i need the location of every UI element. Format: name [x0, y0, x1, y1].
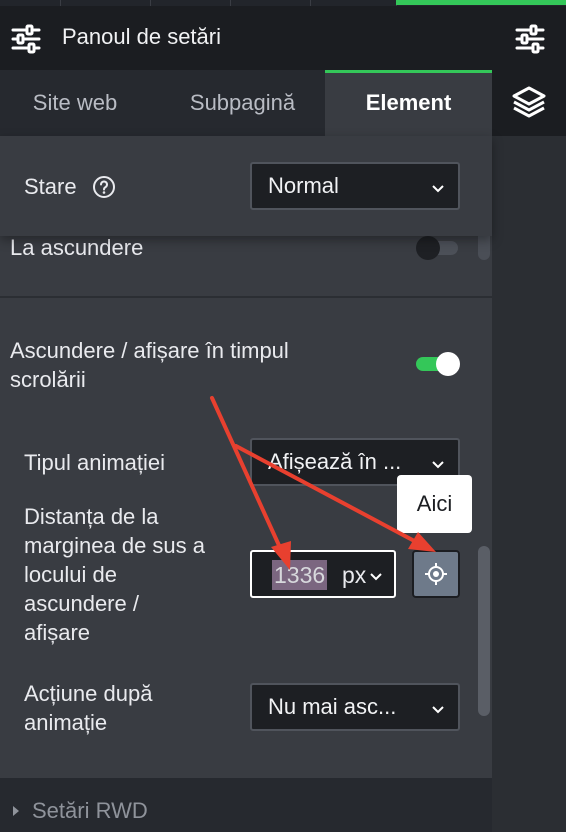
- tab-subpagina[interactable]: Subpagină: [160, 70, 325, 136]
- right-side-panel: [492, 70, 566, 832]
- tooltip: Aici: [397, 475, 472, 533]
- settings-panel-header: Panoul de setări: [0, 6, 566, 70]
- state-value: Normal: [268, 173, 339, 198]
- distance-unit[interactable]: px: [342, 560, 366, 590]
- distance-label-line1: Distanța de la: [24, 504, 159, 529]
- sliders-icon[interactable]: [514, 24, 546, 59]
- on-hide-label: La ascundere: [10, 235, 144, 260]
- scrollbar-thumb-top[interactable]: [478, 236, 490, 260]
- sliders-icon[interactable]: [10, 24, 42, 59]
- layers-icon: [512, 86, 546, 118]
- scroll-hide-label-line2: scrolării: [10, 367, 86, 392]
- distance-value-input[interactable]: 1336 px: [250, 550, 396, 598]
- state-select[interactable]: Normal: [250, 162, 460, 210]
- toggle-knob: [416, 236, 440, 260]
- top-strip-accent: [396, 0, 566, 5]
- tab-site-web[interactable]: Site web: [0, 70, 150, 136]
- section-divider: [0, 296, 492, 298]
- caret-right-icon: [12, 803, 20, 821]
- after-animation-value: Nu mai asc...: [268, 694, 397, 719]
- state-label: Stare: [24, 174, 77, 199]
- tab-element[interactable]: Element: [325, 70, 492, 136]
- toggle-knob: [436, 352, 460, 376]
- pick-position-button[interactable]: [412, 550, 460, 598]
- scroll-hide-toggle[interactable]: [416, 352, 460, 376]
- layers-tab[interactable]: [492, 70, 566, 136]
- arrowhead: [408, 532, 436, 552]
- distance-label-line5: afișare: [24, 620, 91, 645]
- rwd-settings-label: Setări RWD: [32, 798, 148, 823]
- distance-value-selected: 1336: [272, 560, 328, 590]
- after-animation-label-line2: animație: [24, 710, 108, 735]
- panel-title: Panoul de setări: [62, 24, 221, 49]
- chevron-down-icon: [432, 449, 444, 475]
- animation-type-label: Tipul animației: [24, 450, 166, 475]
- settings-tabs: Site web Subpagină Element: [0, 70, 492, 136]
- after-animation-select[interactable]: Nu mai asc...: [250, 683, 460, 731]
- chevron-down-icon[interactable]: [370, 568, 382, 586]
- distance-label-line2: marginea de sus a: [24, 533, 205, 558]
- scrollbar-thumb[interactable]: [478, 546, 490, 716]
- animation-type-value: Afișează în ...: [268, 449, 402, 474]
- after-animation-label-line1: Acțiune după: [24, 681, 153, 706]
- help-circle-icon[interactable]: [92, 175, 116, 204]
- chevron-down-icon: [432, 173, 444, 199]
- state-row: Stare Normal: [0, 136, 492, 236]
- on-hide-toggle[interactable]: [416, 236, 458, 260]
- distance-label-line4: ascundere /: [24, 591, 139, 616]
- distance-label-line3: locului de: [24, 562, 117, 587]
- rwd-settings-section[interactable]: Setări RWD: [0, 778, 492, 832]
- chevron-down-icon: [432, 694, 444, 720]
- scroll-hide-label-line1: Ascundere / afișare în timpul: [10, 338, 289, 363]
- crosshair-icon: [425, 563, 447, 585]
